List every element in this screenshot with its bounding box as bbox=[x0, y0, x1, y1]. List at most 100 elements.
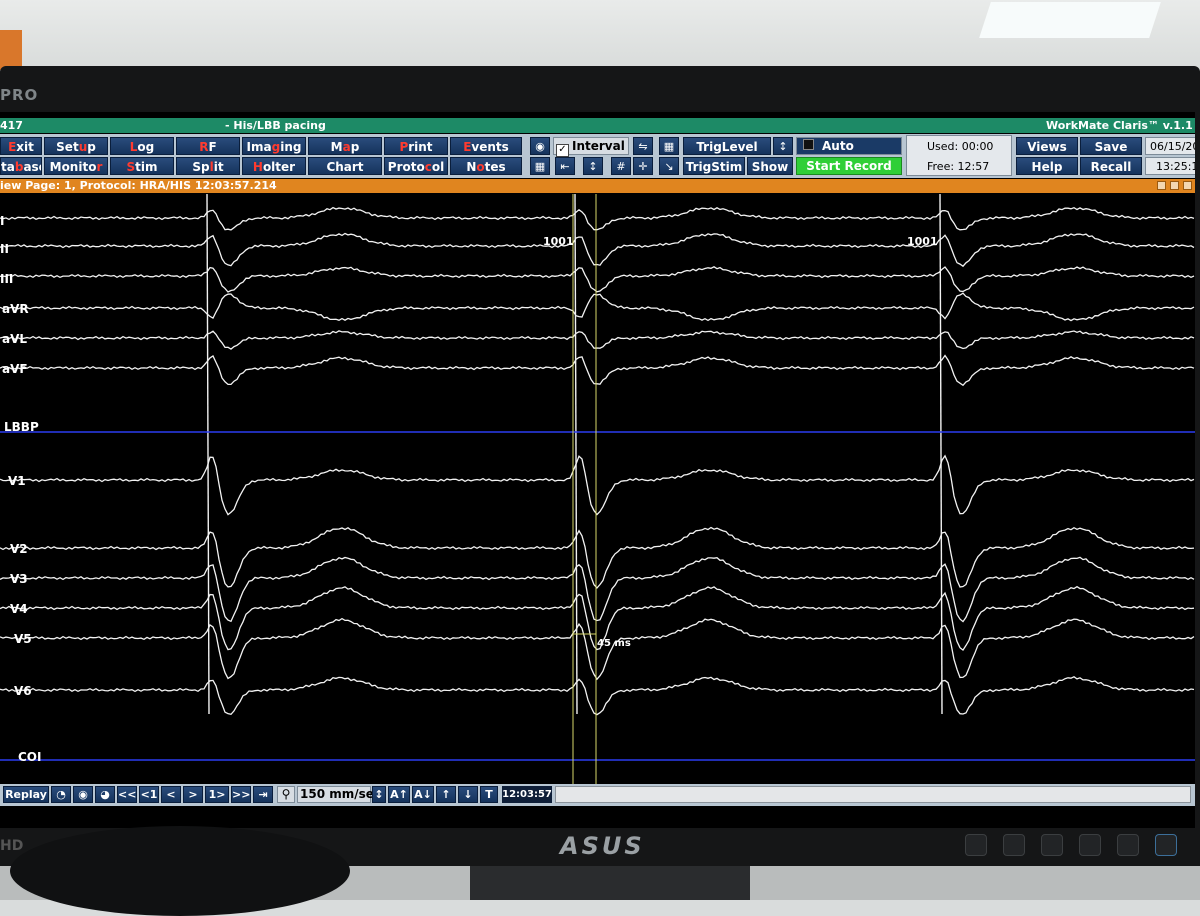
toolbar-split-button[interactable]: Split bbox=[176, 157, 240, 175]
screen: 417 - His/LBB pacing WorkMate Claris™ v.… bbox=[0, 112, 1195, 828]
beat-interval-marker: 1001 bbox=[907, 235, 938, 248]
storage-status: Used: 00:00 Free: 12:57 bbox=[906, 135, 1012, 176]
forward-icon[interactable]: ◕ bbox=[95, 786, 115, 803]
toolbar-notes-button[interactable]: Notes bbox=[450, 157, 522, 175]
nav-back-page-button[interactable]: <1 bbox=[139, 786, 159, 803]
auto-record-toggle[interactable]: Auto Record bbox=[796, 137, 902, 170]
toolbar-stim-button[interactable]: Stim bbox=[110, 157, 174, 175]
replay-bar: Replay ◔ ◉ ◕ << <1 < > 1> >> ⇥ ⚲ 150 mm/… bbox=[0, 784, 1195, 806]
camera-icon[interactable]: ◉ bbox=[530, 137, 550, 155]
window-maximize-icon[interactable] bbox=[1170, 181, 1179, 190]
window-close-icon[interactable] bbox=[1183, 181, 1192, 190]
toolbar-holter-button[interactable]: Holter bbox=[242, 157, 306, 175]
cross-icon[interactable]: ✛ bbox=[633, 157, 653, 175]
lead-label-v3: V3 bbox=[10, 572, 28, 586]
arrow-icon[interactable]: ↘ bbox=[659, 157, 679, 175]
lead-label-ii: II bbox=[0, 242, 9, 256]
replay-button[interactable]: Replay bbox=[3, 786, 49, 803]
monitor-hw-button[interactable] bbox=[1003, 834, 1025, 856]
ecg-traces bbox=[0, 193, 1195, 784]
ecg-trace-line bbox=[0, 266, 1195, 293]
lead-label-avr: aVR bbox=[2, 302, 29, 316]
toolbar-protocol-button[interactable]: Protocol bbox=[384, 157, 448, 175]
save-button[interactable]: Save bbox=[1080, 137, 1142, 155]
toolbar-tabase-button[interactable]: tabase bbox=[0, 157, 42, 175]
v-caliper-icon[interactable]: ↕ bbox=[583, 157, 603, 175]
toolbar-rf-button[interactable]: RF bbox=[176, 137, 240, 155]
window-restore-icon[interactable] bbox=[1157, 181, 1166, 190]
arrow-down-icon[interactable]: ↓ bbox=[458, 786, 478, 803]
trig-stim-button[interactable]: TrigStim bbox=[683, 157, 745, 175]
lead-label-avf: aVF bbox=[2, 362, 28, 376]
timeline-scrollbar[interactable] bbox=[555, 786, 1191, 803]
monitor-stand bbox=[470, 866, 750, 900]
rewind-icon[interactable]: ◔ bbox=[51, 786, 71, 803]
monitor-hw-button[interactable] bbox=[965, 834, 987, 856]
record-icon[interactable]: ◉ bbox=[73, 786, 93, 803]
toolbar-map-button[interactable]: Map bbox=[308, 137, 382, 155]
recall-button[interactable]: Recall bbox=[1080, 157, 1142, 175]
toolbar-monitor-button[interactable]: Monitor bbox=[44, 157, 108, 175]
amplitude-up-button[interactable]: A↑ bbox=[388, 786, 410, 803]
hd-logo: HD bbox=[0, 838, 24, 854]
nav-forward-button[interactable]: > bbox=[183, 786, 203, 803]
nav-forward-page-button[interactable]: 1> bbox=[205, 786, 229, 803]
ecg-trace-line bbox=[0, 454, 1195, 516]
monitor-power-button[interactable] bbox=[1155, 834, 1177, 856]
zoom-icon[interactable]: ⇋ bbox=[633, 137, 653, 155]
checkbox-icon[interactable] bbox=[803, 139, 814, 150]
ecg-trace-line bbox=[0, 556, 1195, 623]
toolbar-exit-button[interactable]: Exit bbox=[0, 137, 42, 155]
pacing-spike bbox=[206, 193, 210, 715]
start-record-button[interactable]: Start Record bbox=[796, 157, 902, 175]
h-caliper-icon[interactable]: ⇤ bbox=[555, 157, 575, 175]
monitor-hw-button[interactable] bbox=[1041, 834, 1063, 856]
calculator-icon[interactable]: ▦ bbox=[659, 137, 679, 155]
arrow-up-icon[interactable]: ↑ bbox=[436, 786, 456, 803]
free-time: Free: 12:57 bbox=[927, 160, 990, 173]
speed-adjust-icon[interactable]: ↕ bbox=[372, 786, 386, 803]
pacing-spike bbox=[939, 193, 943, 715]
nav-first-button[interactable]: << bbox=[117, 786, 137, 803]
toolbar-setup-button[interactable]: Setup bbox=[44, 137, 108, 155]
page-info-bar: iew Page: 1, Protocol: HRA/HIS 12:03:57.… bbox=[0, 179, 1195, 193]
monitor-brand-text: PRO bbox=[0, 86, 39, 104]
orange-wall-strip bbox=[0, 30, 22, 70]
toolbar-log-button[interactable]: Log bbox=[110, 137, 174, 155]
current-time: 13:25:19 bbox=[1145, 157, 1195, 175]
monitor-hw-button[interactable] bbox=[1117, 834, 1139, 856]
toolbar-imaging-button[interactable]: Imaging bbox=[242, 137, 306, 155]
toolbar-events-button[interactable]: Events bbox=[450, 137, 522, 155]
lead-label-v5: V5 bbox=[14, 632, 32, 646]
help-button[interactable]: Help bbox=[1016, 157, 1078, 175]
interval-measurement: 45 ms bbox=[597, 638, 631, 649]
title-bar: 417 - His/LBB pacing WorkMate Claris™ v.… bbox=[0, 118, 1195, 133]
lock-icon[interactable]: ⚲ bbox=[277, 786, 295, 803]
waveform-area[interactable]: I II III aVR aVL aVF LBBP V1 V2 V3 V4 V5… bbox=[0, 193, 1195, 784]
nav-back-button[interactable]: < bbox=[161, 786, 181, 803]
monitor-hw-button[interactable] bbox=[1079, 834, 1101, 856]
checkbox-icon[interactable]: ✓ bbox=[556, 144, 569, 157]
ecg-trace-line bbox=[0, 354, 1195, 387]
hash-icon[interactable]: # bbox=[611, 157, 631, 175]
trig-level-button[interactable]: TrigLevel bbox=[683, 137, 771, 155]
interval-toggle[interactable]: ✓ Interval bbox=[553, 137, 629, 157]
ecg-trace-line bbox=[0, 330, 1195, 350]
toolbar-print-button[interactable]: Print bbox=[384, 137, 448, 155]
sweep-speed[interactable]: 150 mm/sec bbox=[297, 786, 381, 803]
show-button[interactable]: Show bbox=[747, 157, 793, 175]
level-adjust-icon[interactable]: ↕ bbox=[773, 137, 793, 155]
grid-icon[interactable]: ▦ bbox=[530, 157, 550, 175]
amplitude-down-button[interactable]: A↓ bbox=[412, 786, 434, 803]
timeline-cursor-time[interactable]: 12:03:57 bbox=[502, 786, 552, 803]
toolbar: Exit Setup Log RF Imaging Map Print Events taba… bbox=[0, 134, 1195, 178]
lead-label-lbbp: LBBP bbox=[4, 420, 39, 434]
text-tool-icon[interactable]: T bbox=[480, 786, 498, 803]
nav-last-button[interactable]: >> bbox=[231, 786, 251, 803]
ceiling-light bbox=[979, 2, 1161, 38]
beat-interval-marker: 1001 bbox=[543, 235, 574, 248]
toolbar-chart-button[interactable]: Chart bbox=[308, 157, 382, 175]
views-button[interactable]: Views bbox=[1016, 137, 1078, 155]
skip-end-icon[interactable]: ⇥ bbox=[253, 786, 273, 803]
ecg-trace-line bbox=[0, 676, 1195, 716]
